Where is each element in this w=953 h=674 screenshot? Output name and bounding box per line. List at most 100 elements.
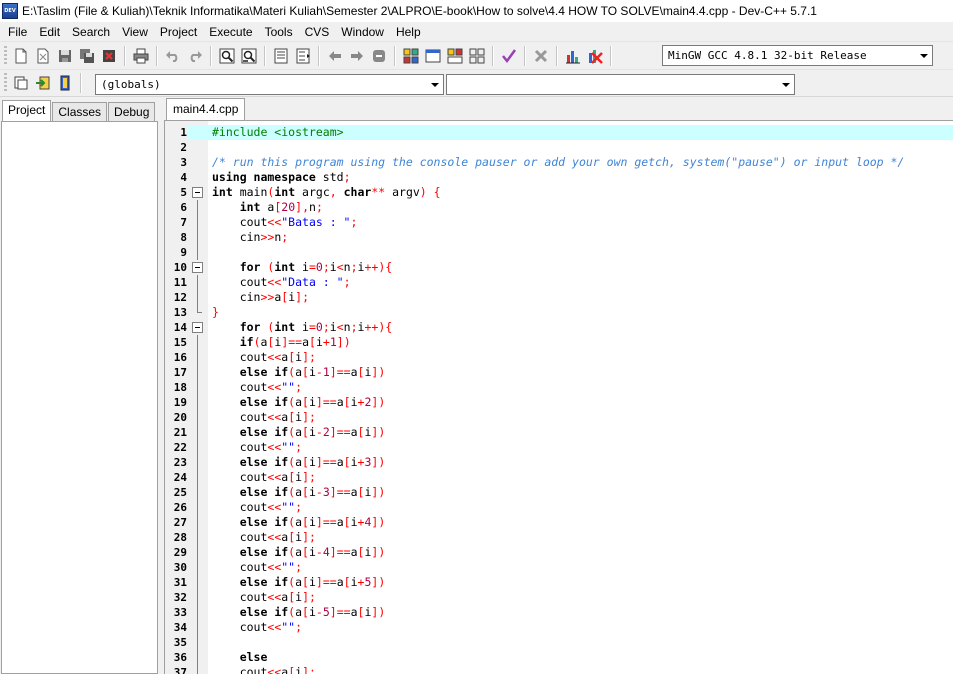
code-line[interactable]: 14 for (int i=0;i<n;i++){ (165, 320, 953, 335)
code-token: << (267, 590, 282, 604)
code-line[interactable]: 16 cout<<a[i]; (165, 350, 953, 365)
replace-icon[interactable] (239, 46, 259, 66)
code-line[interactable]: 19 else if(a[i]==a[i+2]) (165, 395, 953, 410)
code-line[interactable]: 18 cout<<""; (165, 380, 953, 395)
open-file-icon[interactable] (33, 46, 53, 66)
code-line[interactable]: 35 (165, 635, 953, 650)
tab-project[interactable]: Project (2, 100, 52, 122)
code-line[interactable]: 26 cout<<""; (165, 500, 953, 515)
scope-select[interactable]: (globals) (95, 74, 444, 95)
code-line[interactable]: 32 cout<<a[i]; (165, 590, 953, 605)
code-line[interactable]: 1 #include <iostream> (165, 125, 953, 140)
code-line[interactable]: 10 for (int i=0;i<n;i++){ (165, 260, 953, 275)
save-icon[interactable] (55, 46, 75, 66)
project-add-icon[interactable] (33, 73, 53, 93)
code-line[interactable]: 6 int a[20],n; (165, 200, 953, 215)
menu-tools[interactable]: Tools (259, 25, 299, 39)
code-line[interactable]: 24 cout<<a[i]; (165, 470, 953, 485)
find-icon[interactable] (217, 46, 237, 66)
unindent-icon[interactable] (293, 46, 313, 66)
menu-window[interactable]: Window (335, 25, 390, 39)
compiler-select[interactable]: MinGW GCC 4.8.1 32-bit Release (662, 45, 933, 66)
chevron-down-icon[interactable] (777, 75, 794, 94)
code-line[interactable]: 7 cout<<"Batas : "; (165, 215, 953, 230)
profile-delete-icon[interactable] (585, 46, 605, 66)
code-line[interactable]: 20 cout<<a[i]; (165, 410, 953, 425)
code-token: ; (322, 260, 330, 274)
code-line[interactable]: 33 else if(a[i-5]==a[i]) (165, 605, 953, 620)
print-icon[interactable] (131, 46, 151, 66)
code-token: #include <iostream> (212, 125, 344, 139)
code-line[interactable]: 37 cout<<a[i]; (165, 665, 953, 674)
fold-line-icon (192, 635, 203, 650)
code-line[interactable]: 2 (165, 140, 953, 155)
code-line[interactable]: 3 /* run this program using the console p… (165, 155, 953, 170)
new-file-icon[interactable] (11, 46, 31, 66)
menu-help[interactable]: Help (390, 25, 427, 39)
compile-icon[interactable] (401, 46, 421, 66)
project-options-icon[interactable] (55, 73, 75, 93)
fold-toggle-icon[interactable] (192, 322, 203, 333)
close-file-icon[interactable] (99, 46, 119, 66)
code-line[interactable]: 9 (165, 245, 953, 260)
toolbar-grip[interactable] (4, 73, 7, 93)
toolbar-separator (210, 45, 212, 66)
line-number: 32 (173, 591, 187, 604)
run-icon[interactable] (423, 46, 443, 66)
code-line[interactable]: 23 else if(a[i]==a[i+3]) (165, 455, 953, 470)
line-number: 8 (180, 231, 187, 244)
code-line[interactable]: 4 using namespace std; (165, 170, 953, 185)
code-line[interactable]: 15 if(a[i]==a[i+1]) (165, 335, 953, 350)
code-line[interactable]: 8 cin>>n; (165, 230, 953, 245)
code-line[interactable]: 22 cout<<""; (165, 440, 953, 455)
code-line[interactable]: 12 cin>>a[i]; (165, 290, 953, 305)
code-line[interactable]: 5 int main(int argc, char** argv) { (165, 185, 953, 200)
tab-classes[interactable]: Classes (52, 102, 108, 122)
menu-view[interactable]: View (116, 25, 154, 39)
function-select[interactable] (446, 74, 795, 95)
code-line[interactable]: 21 else if(a[i-2]==a[i]) (165, 425, 953, 440)
menu-cvs[interactable]: CVS (299, 25, 336, 39)
stop-icon[interactable] (531, 46, 551, 66)
save-all-icon[interactable] (77, 46, 97, 66)
fold-line-icon (192, 275, 203, 290)
code-token: a (295, 605, 303, 619)
menu-execute[interactable]: Execute (203, 25, 258, 39)
code-line[interactable]: 31 else if(a[i]==a[i+5]) (165, 575, 953, 590)
menu-edit[interactable]: Edit (33, 25, 66, 39)
editor-tab-main[interactable]: main4.4.cpp (166, 98, 246, 120)
code-line[interactable]: 11 cout<<"Data : "; (165, 275, 953, 290)
compile-run-icon[interactable] (445, 46, 465, 66)
code-line[interactable]: 25 else if(a[i-3]==a[i]) (165, 485, 953, 500)
code-line[interactable]: 27 else if(a[i]==a[i+4]) (165, 515, 953, 530)
chevron-down-icon[interactable] (915, 46, 932, 65)
redo-icon[interactable] (185, 46, 205, 66)
undo-icon[interactable] (163, 46, 183, 66)
code-line[interactable]: 17 else if(a[i-1]==a[i]) (165, 365, 953, 380)
project-new-icon[interactable] (11, 73, 31, 93)
project-tree[interactable] (1, 121, 158, 674)
toggle-comment-icon[interactable] (369, 46, 389, 66)
code-line[interactable]: 36 else (165, 650, 953, 665)
syntax-check-icon[interactable] (499, 46, 519, 66)
menu-file[interactable]: File (2, 25, 33, 39)
code-editor[interactable]: 1 #include <iostream> 2 3/* run this progra… (164, 120, 953, 674)
tab-debug[interactable]: Debug (108, 102, 156, 122)
code-line[interactable]: 28 cout<<a[i]; (165, 530, 953, 545)
code-token: [ (302, 575, 309, 589)
code-line[interactable]: 30 cout<<""; (165, 560, 953, 575)
code-line[interactable]: 29 else if(a[i-4]==a[i]) (165, 545, 953, 560)
menu-project[interactable]: Project (154, 25, 203, 39)
fold-toggle-icon[interactable] (192, 187, 203, 198)
code-line[interactable]: 34 cout<<""; (165, 620, 953, 635)
rebuild-icon[interactable] (467, 46, 487, 66)
goto-bookmark-icon[interactable] (347, 46, 367, 66)
menu-search[interactable]: Search (66, 25, 116, 39)
toolbar-grip[interactable] (4, 45, 7, 66)
indent-icon[interactable] (271, 46, 291, 66)
toggle-bookmark-icon[interactable] (325, 46, 345, 66)
chart-icon[interactable] (563, 46, 583, 66)
code-line[interactable]: 13} (165, 305, 953, 320)
chevron-down-icon[interactable] (426, 75, 443, 94)
fold-toggle-icon[interactable] (192, 262, 203, 273)
